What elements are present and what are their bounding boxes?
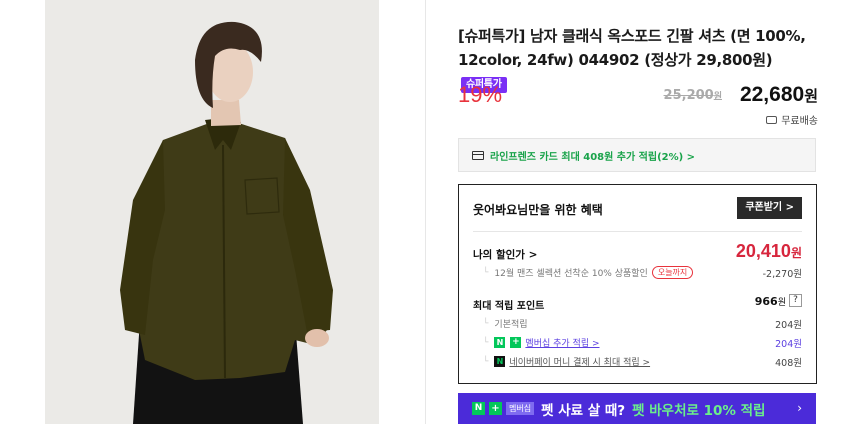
coupon-detail-text: 12월 맨즈 셀렉션 선착순 10% 상품할인 — [494, 269, 648, 279]
banner-text-green: 펫 바우처로 10% 적립 — [632, 402, 766, 419]
product-title-text: [슈퍼특가] 남자 클래식 옥스포드 긴팔 셔츠 (면 100%, 12colo… — [458, 27, 806, 69]
tree-branch-icon: └ — [483, 337, 489, 348]
points-total: 966원 — [755, 295, 786, 308]
membership-tag: 멤버십 — [506, 402, 535, 415]
banner-text-white: 펫 사료 살 때? — [541, 402, 626, 419]
points-unit: 원 — [777, 298, 786, 308]
my-price: 20,410원 — [736, 241, 802, 262]
naver-plus-icon: + — [510, 337, 522, 348]
points-label: 최대 적립 포인트 — [473, 301, 545, 312]
original-price-value: 25,200 — [663, 88, 714, 103]
benefit-box: 웃어봐요님만을 위한 혜택 쿠폰받기 > 나의 할인가 > 20,410원 └ … — [458, 184, 817, 384]
npay-points-row[interactable]: └ N 네이버페이 머니 결제 시 최대 적립 > — [483, 355, 650, 368]
original-price-unit: 원 — [713, 92, 722, 102]
my-price-unit: 원 — [790, 246, 802, 260]
credit-card-icon — [472, 150, 484, 160]
my-price-value: 20,410 — [735, 241, 791, 261]
chevron-right-icon: › — [797, 401, 802, 415]
npay-points-link[interactable]: 네이버페이 머니 결제 시 최대 적립 > — [509, 355, 650, 368]
my-price-link[interactable]: 나의 할인가 > — [473, 247, 537, 262]
basic-points-label: 기본적립 — [494, 320, 528, 330]
model-illustration — [45, 0, 379, 424]
final-price: 22,680원 — [740, 83, 818, 107]
benefit-divider — [473, 231, 802, 232]
coupon-discount-value: -2,270원 — [762, 269, 802, 280]
discount-rate: 19% — [458, 82, 503, 107]
coupon-detail-row: └ 12월 맨즈 셀렉션 선착순 10% 상품할인 오늘까지 — [483, 266, 694, 279]
final-price-value: 22,680 — [739, 83, 805, 106]
tree-branch-icon: └ — [483, 318, 489, 329]
naver-n-icon: N — [472, 402, 485, 415]
basic-points-row: └ 기본적립 — [483, 317, 528, 331]
tree-branch-icon: └ — [483, 356, 489, 367]
naver-plus-icon: + — [489, 402, 502, 415]
points-help-button[interactable]: ? — [789, 294, 802, 307]
coupon-button[interactable]: 쿠폰받기 > — [737, 197, 802, 219]
member-points-link[interactable]: 멤버십 추가 적립 > — [525, 336, 599, 349]
shipping-info: 무료배송 — [766, 112, 818, 127]
basic-points-value: 204원 — [775, 320, 802, 331]
naver-n-icon: N — [494, 337, 506, 348]
benefit-title: 웃어봐요님만을 위한 혜택 — [473, 203, 603, 217]
final-price-unit: 원 — [804, 88, 818, 105]
card-benefit-link[interactable]: 라인프렌즈 카드 최대 408원 추가 적립(2%) > — [458, 138, 816, 172]
vertical-divider — [425, 0, 426, 424]
member-points-value: 204원 — [775, 339, 802, 350]
member-points-row[interactable]: └ N + 멤버십 추가 적립 > — [483, 336, 600, 349]
naver-pay-icon: N — [494, 356, 506, 367]
today-badge: 오늘까지 — [651, 266, 694, 279]
npay-points-value: 408원 — [775, 358, 802, 369]
shipping-label: 무료배송 — [781, 116, 818, 127]
pet-voucher-banner[interactable]: N + 멤버십 펫 사료 살 때? 펫 바우처로 10% 적립 › — [458, 393, 816, 424]
original-price: 25,200원 — [664, 88, 722, 103]
product-photo[interactable] — [45, 0, 379, 424]
truck-icon — [766, 115, 778, 124]
card-benefit-text: 라인프렌즈 카드 최대 408원 추가 적립(2%) > — [490, 151, 696, 163]
tree-branch-icon: └ — [483, 267, 489, 278]
points-value: 966 — [754, 295, 778, 308]
